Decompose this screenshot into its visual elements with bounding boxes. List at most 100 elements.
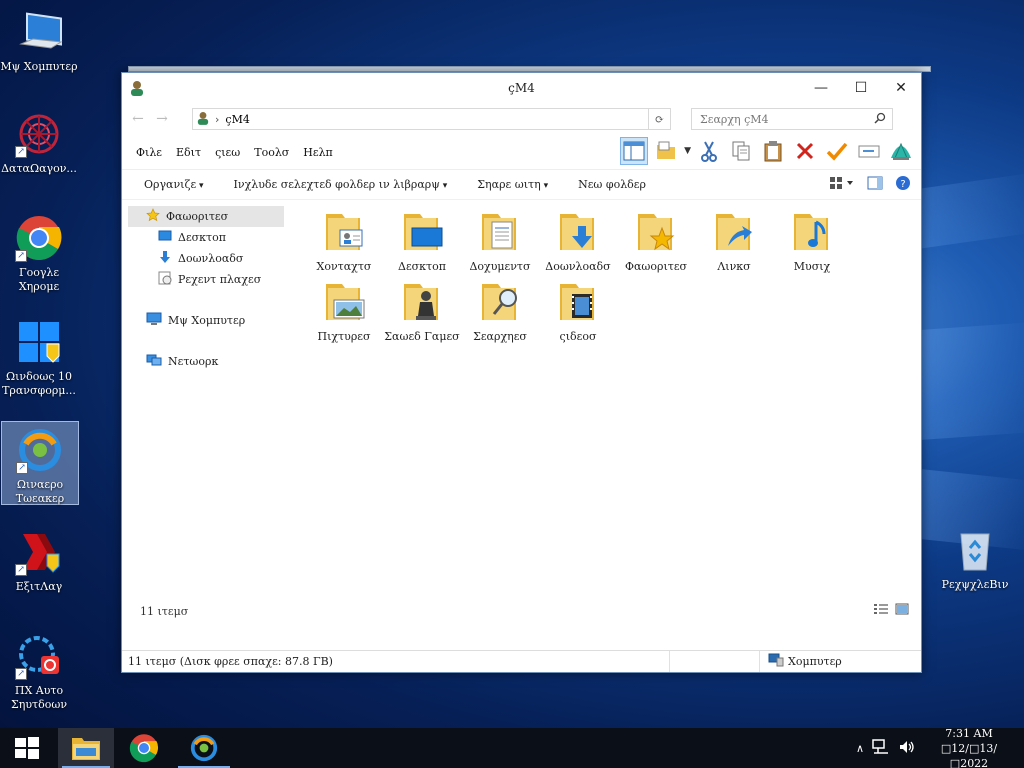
pictures-folder-icon bbox=[320, 280, 368, 326]
include-in-library-menu[interactable]: Ινχλυδε σελεχτεδ φολδερ ιν λιβραρψ bbox=[234, 178, 448, 191]
close-button[interactable]: ✕ bbox=[881, 73, 921, 103]
help-icon[interactable]: ? bbox=[895, 175, 911, 194]
desktop-icon-pc-auto-shutdown[interactable]: ↗ ΠΧ Αυτο Σηυτδοων bbox=[0, 632, 78, 712]
taskbar-winaero-tweaker[interactable] bbox=[174, 728, 234, 768]
nav-item-recent-places[interactable]: Ρεχεντ πλαχεσ bbox=[128, 269, 284, 290]
view-options-icon[interactable] bbox=[829, 176, 855, 193]
maximize-button[interactable]: ☐ bbox=[841, 73, 881, 103]
folder-item-downloads[interactable]: Δοωνλοαδσ bbox=[539, 210, 617, 280]
clock-date: □12/□13/□2022 bbox=[940, 741, 998, 768]
nav-item-my-computer[interactable]: Μψ Χομπυτερ bbox=[128, 310, 284, 331]
desktop-icon-datawagon[interactable]: ↗ ΔαταΩαγον... bbox=[0, 110, 78, 176]
desktop-icon-chrome[interactable]: ↗ Γοογλε Χηρομε bbox=[0, 214, 78, 294]
computer-icon bbox=[15, 8, 63, 56]
menu-tools[interactable]: Τοολσ bbox=[254, 146, 289, 159]
nav-item-label: Φαωοριτεσ bbox=[166, 210, 229, 223]
folder-item-label: Δοωνλοαδσ bbox=[545, 260, 611, 273]
breadcrumb-separator-icon: › bbox=[215, 112, 220, 126]
title-bar[interactable]: çΜ4 — ☐ ✕ bbox=[122, 73, 921, 103]
shell-button[interactable] bbox=[887, 137, 915, 165]
organize-menu[interactable]: Οργανιζε bbox=[144, 178, 204, 191]
back-arrow-icon[interactable]: ← bbox=[130, 111, 146, 127]
desktop-icon-my-computer[interactable]: Μψ Χομπυτερ bbox=[0, 8, 78, 74]
rename-button[interactable] bbox=[855, 137, 883, 165]
shortcut-arrow-icon: ↗ bbox=[16, 462, 28, 474]
new-folder-button[interactable]: Νεω φολδερ bbox=[578, 178, 646, 191]
menu-view[interactable]: ςιεω bbox=[215, 146, 240, 159]
folder-item-music[interactable]: Μυσιχ bbox=[773, 210, 851, 280]
address-bar[interactable]: › çΜ4 ⟳ bbox=[192, 108, 671, 130]
window-title: çΜ4 bbox=[508, 81, 535, 95]
network-icon[interactable] bbox=[872, 738, 890, 758]
search-icon[interactable] bbox=[874, 112, 886, 127]
folder-item-searches[interactable]: Σεαρχηεσ bbox=[461, 280, 539, 350]
downloads-folder-icon bbox=[554, 210, 602, 256]
taskbar-file-explorer[interactable] bbox=[58, 728, 114, 768]
view-toggle-buttons bbox=[873, 603, 909, 618]
folder-item-label: Δοχυμεντσ bbox=[469, 260, 531, 273]
computer-icon bbox=[146, 312, 162, 329]
refresh-icon[interactable]: ⟳ bbox=[648, 109, 670, 129]
taskbar-chrome[interactable] bbox=[114, 728, 174, 768]
star-icon bbox=[146, 208, 160, 225]
nav-item-label: Δοωνλοαδσ bbox=[178, 252, 244, 265]
properties-button[interactable] bbox=[823, 137, 851, 165]
desktop-icon-label: Ωιναερο Τωεακερ bbox=[15, 478, 65, 505]
layout-pane-button[interactable] bbox=[620, 137, 649, 165]
nav-item-label: Δεσκτοπ bbox=[178, 231, 226, 244]
copy-button[interactable] bbox=[727, 137, 755, 165]
desktop-icon-label: ΔαταΩαγον... bbox=[1, 162, 77, 175]
desktop-icon-exitlag[interactable]: ↗ ΕξιτΛαγ bbox=[0, 528, 78, 594]
nav-item-downloads[interactable]: Δοωνλοαδσ bbox=[128, 248, 284, 269]
item-count: 11 ιτεμσ bbox=[140, 605, 189, 618]
volume-icon[interactable] bbox=[898, 739, 916, 758]
desktop-icon-label: ΠΧ Αυτο Σηυτδοων bbox=[10, 684, 68, 711]
preview-pane-icon[interactable] bbox=[867, 176, 883, 193]
breadcrumb-current[interactable]: çΜ4 bbox=[225, 113, 249, 126]
desktop-icon-label: Μψ Χομπυτερ bbox=[0, 60, 78, 73]
nav-item-network[interactable]: Νετωορκ bbox=[128, 351, 284, 372]
folder-item-links[interactable]: Λινκσ bbox=[695, 210, 773, 280]
folder-item-videos[interactable]: ςιδεοσ bbox=[539, 280, 617, 350]
status-zone: Χομπυτερ bbox=[760, 651, 842, 672]
file-explorer-icon bbox=[72, 738, 100, 760]
cut-button[interactable] bbox=[695, 137, 723, 165]
music-folder-icon bbox=[788, 210, 836, 256]
shell-icon bbox=[891, 142, 911, 160]
forward-arrow-icon[interactable]: → bbox=[154, 111, 170, 127]
menu-edit[interactable]: Εδιτ bbox=[176, 146, 201, 159]
minimize-button[interactable]: — bbox=[801, 73, 841, 103]
start-button[interactable] bbox=[0, 728, 54, 768]
folder-item-label: Σαωεδ Γαμεσ bbox=[384, 330, 460, 343]
desktop-icon-recycle-bin[interactable]: ΡεχψχλεΒιν bbox=[936, 526, 1014, 592]
svg-text:?: ? bbox=[900, 179, 905, 190]
folder-options-icon bbox=[657, 141, 676, 159]
desktop-icon-windows10-transformation[interactable]: Ωινδοως 10 Τρανσφορμ... bbox=[0, 318, 78, 398]
folder-item-pictures[interactable]: Πιχτυρεσ bbox=[305, 280, 383, 350]
folder-options-button[interactable] bbox=[652, 137, 680, 165]
desktop-icon-winaero-tweaker[interactable]: ↗ Ωιναερο Τωεακερ bbox=[1, 421, 79, 505]
folder-item-favorites[interactable]: Φαωοριτεσ bbox=[617, 210, 695, 280]
folder-item-saved-games[interactable]: Σαωεδ Γαμεσ bbox=[383, 280, 461, 350]
nav-item-desktop[interactable]: Δεσκτοπ bbox=[128, 227, 284, 248]
show-hidden-icons-chevron-icon[interactable]: ∧ bbox=[856, 742, 864, 755]
folder-item-desktop[interactable]: Δεσκτοπ bbox=[383, 210, 461, 280]
delete-x-icon bbox=[796, 142, 814, 160]
share-with-menu[interactable]: Σηαρε ωιτη bbox=[477, 178, 548, 191]
menu-help[interactable]: Ηελπ bbox=[303, 146, 333, 159]
folder-item-contacts[interactable]: Χονταχτσ bbox=[305, 210, 383, 280]
user-folder-icon bbox=[130, 80, 144, 99]
large-icons-view-icon[interactable] bbox=[895, 603, 909, 618]
details-view-icon[interactable] bbox=[873, 603, 889, 618]
clock[interactable]: 7:31 AM □12/□13/□2022 bbox=[924, 726, 1014, 768]
shortcut-arrow-icon: ↗ bbox=[15, 668, 27, 680]
folder-item-documents[interactable]: Δοχυμεντσ bbox=[461, 210, 539, 280]
menu-file[interactable]: Φιλε bbox=[136, 146, 162, 159]
search-box[interactable]: Σεαρχη çΜ4 bbox=[691, 108, 893, 130]
dropdown-arrow-icon[interactable]: ▼ bbox=[684, 146, 691, 156]
clock-time: 7:31 AM bbox=[945, 726, 993, 740]
paste-button[interactable] bbox=[759, 137, 787, 165]
delete-button[interactable] bbox=[791, 137, 819, 165]
nav-item-favorites[interactable]: Φαωοριτεσ bbox=[128, 206, 284, 227]
contacts-folder-icon bbox=[320, 210, 368, 256]
